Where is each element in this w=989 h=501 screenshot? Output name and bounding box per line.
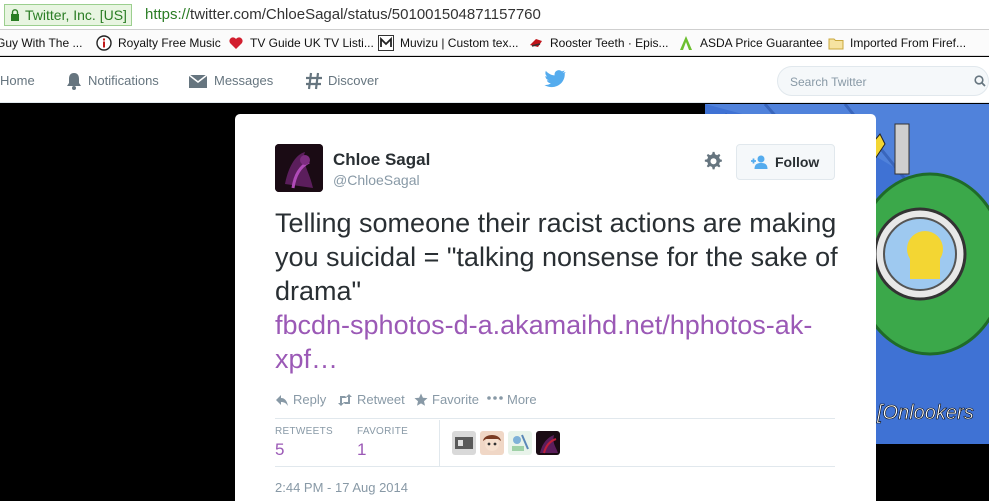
avatar[interactable] — [275, 144, 323, 192]
nav-home[interactable]: Home — [0, 71, 35, 91]
bookmark-item[interactable]: TV Guide UK TV Listi... — [228, 34, 374, 52]
retweet-label: Retweet — [357, 392, 405, 407]
tweet-link[interactable]: fbcdn-sphotos-d-a.akamaihd.net/hphotos-a… — [275, 308, 845, 376]
lock-icon — [11, 9, 19, 21]
bookmark-item[interactable]: Rooster Teeth · Epis... — [528, 34, 669, 52]
stats-divider — [439, 420, 440, 466]
bookmark-item[interactable]: ASDA Price Guarantee — [678, 34, 823, 52]
address-field[interactable]: https://twitter.com/ChloeSagal/status/50… — [145, 5, 541, 25]
url-bar[interactable]: Twitter, Inc. [US] https://twitter.com/C… — [0, 0, 989, 30]
bookmarks-bar: Guy With The ... Royalty Free Music TV G… — [0, 30, 989, 56]
nav-notifications-label: Notifications — [88, 73, 159, 88]
bookmark-item[interactable]: Imported From Firef... — [828, 34, 966, 52]
site-identity-badge[interactable]: Twitter, Inc. [US] — [4, 4, 132, 26]
url-path: twitter.com/ChloeSagal/status/5010015048… — [190, 6, 541, 23]
nav-home-label: Home — [0, 73, 35, 88]
avatar-image — [480, 431, 504, 455]
retweet-button[interactable]: Retweet — [337, 390, 405, 410]
gear-icon[interactable] — [703, 151, 723, 171]
add-user-icon — [751, 155, 768, 169]
info-icon — [96, 35, 112, 51]
envelope-icon — [188, 74, 208, 88]
favorite-label: Favorite — [432, 392, 479, 407]
tweet-body: Telling someone their racist actions are… — [275, 208, 838, 306]
bookmark-label: ASDA Price Guarantee — [700, 36, 823, 50]
nav-discover[interactable]: Discover — [304, 71, 379, 91]
retweet-icon — [338, 394, 352, 406]
favoriter-avatar[interactable] — [452, 431, 476, 455]
avatar-image — [275, 144, 323, 192]
avatar-image — [508, 431, 532, 455]
avatar-image — [452, 431, 476, 455]
retweets-count[interactable]: 5 — [275, 440, 284, 460]
follow-button[interactable]: Follow — [736, 144, 835, 180]
follow-button-label: Follow — [775, 154, 820, 170]
search-box[interactable] — [777, 66, 989, 96]
reply-label: Reply — [293, 392, 327, 407]
bookmark-item[interactable]: Muvizu | Custom tex... — [378, 34, 518, 52]
tweet-text: Telling someone their racist actions are… — [275, 206, 845, 376]
bookmark-label: Imported From Firef... — [850, 36, 967, 50]
ellipsis-icon — [487, 396, 503, 400]
bookmark-label: Guy With The ... — [0, 36, 83, 50]
nav-messages-label: Messages — [214, 73, 274, 88]
search-input[interactable] — [790, 73, 960, 91]
reply-icon — [276, 395, 288, 406]
favoriter-avatar[interactable] — [508, 431, 532, 455]
favoriter-avatar[interactable] — [480, 431, 504, 455]
bookmark-label: TV Guide UK TV Listi... — [250, 36, 374, 50]
twitter-bird-icon[interactable] — [544, 69, 566, 89]
hashtag-icon — [306, 72, 322, 90]
browser-window: Twitter, Inc. [US] https://twitter.com/C… — [0, 0, 989, 501]
bookmark-label: Rooster Teeth · Epis... — [550, 36, 669, 50]
bookmark-label: Muvizu | Custom tex... — [400, 36, 519, 50]
heart-tv-icon — [229, 37, 243, 49]
url-scheme: https:// — [145, 6, 191, 23]
more-button[interactable]: More — [487, 390, 537, 410]
avatar-image — [536, 431, 560, 455]
favorite-button[interactable]: Favorite — [414, 390, 479, 410]
tweet-author-name[interactable]: Chloe Sagal — [333, 150, 430, 170]
background-caption: [Onlookers — [876, 402, 974, 424]
tweet-author-handle[interactable]: @ChloeSagal — [333, 172, 420, 188]
more-label: More — [507, 392, 537, 407]
bookmark-item[interactable]: Guy With The ... — [0, 34, 82, 52]
favoriter-avatar[interactable] — [536, 431, 560, 455]
favorites-count-label: FAVORITE — [357, 426, 409, 437]
bell-icon — [67, 73, 81, 90]
search-icon[interactable] — [974, 75, 986, 87]
retweets-count-label: RETWEETS — [275, 426, 333, 437]
folder-icon — [828, 38, 844, 50]
muvizu-icon — [378, 35, 394, 51]
rooster-icon — [530, 39, 542, 47]
divider — [275, 418, 835, 419]
bookmark-item[interactable]: Royalty Free Music — [96, 34, 221, 52]
site-identity-label: Twitter, Inc. [US] — [25, 7, 127, 23]
tweet-timestamp[interactable]: 2:44 PM - 17 Aug 2014 — [275, 480, 408, 495]
bookmark-label: Royalty Free Music — [118, 36, 221, 50]
divider — [275, 466, 835, 467]
nav-discover-label: Discover — [328, 73, 379, 88]
tweet-permalink-card: Chloe Sagal @ChloeSagal Follow Telling s… — [235, 114, 876, 501]
twitter-top-nav: Home Notifications Messages Discover — [0, 57, 989, 103]
reply-button[interactable]: Reply — [275, 390, 326, 410]
star-icon — [414, 393, 428, 406]
nav-messages[interactable]: Messages — [188, 71, 273, 91]
asda-icon — [680, 36, 692, 50]
nav-notifications[interactable]: Notifications — [64, 71, 159, 91]
favorites-count[interactable]: 1 — [357, 440, 366, 460]
